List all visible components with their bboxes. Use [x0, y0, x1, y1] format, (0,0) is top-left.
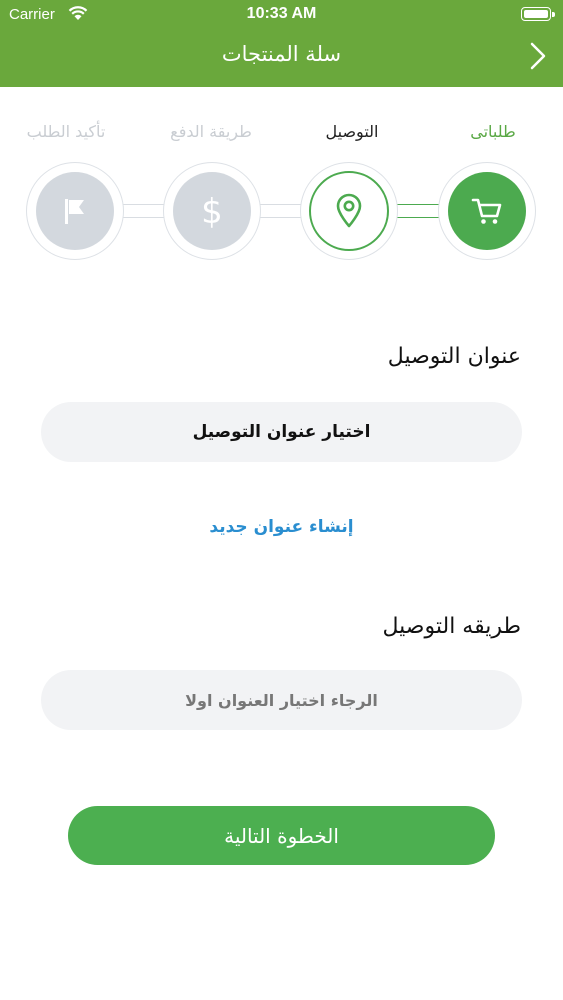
step-label-confirm[interactable]: تأكيد الطلب: [6, 122, 126, 141]
flag-icon: [65, 199, 84, 224]
step-connector: [258, 204, 304, 218]
delivery-method-select[interactable]: الرجاء اختيار العنوان اولا: [41, 670, 522, 730]
step-confirm[interactable]: [26, 162, 124, 260]
step-payment[interactable]: $: [163, 162, 261, 260]
select-address-button[interactable]: اختيار عنوان التوصيل: [41, 402, 522, 462]
location-pin-icon: [336, 193, 362, 228]
step-label-delivery[interactable]: التوصيل: [292, 122, 412, 141]
delivery-address-title: عنوان التوصيل: [387, 344, 521, 369]
step-label-payment[interactable]: طريقة الدفع: [151, 122, 271, 141]
step-connector: [395, 204, 441, 218]
status-bar: Carrier 10:33 AM: [0, 0, 563, 30]
back-button[interactable]: [527, 40, 549, 72]
cart-icon: [471, 198, 502, 224]
step-my-orders[interactable]: [438, 162, 536, 260]
svg-text:$: $: [201, 192, 223, 231]
delivery-method-title: طريقه التوصيل: [382, 614, 522, 639]
step-label-my-orders[interactable]: طلباتى: [433, 122, 553, 141]
step-connector: [121, 204, 167, 218]
page-title: سلة المنتجات: [221, 42, 342, 66]
chevron-right-icon: [530, 42, 546, 70]
step-delivery[interactable]: [300, 162, 398, 260]
dollar-icon: $: [201, 192, 223, 231]
clock: 10:33 AM: [246, 5, 317, 22]
battery-icon: [521, 7, 555, 21]
next-step-button[interactable]: الخطوة التالية: [68, 806, 495, 865]
header: Carrier 10:33 AM سلة المنتجات: [0, 0, 563, 87]
new-address-link[interactable]: إنشاء عنوان جديد: [0, 517, 563, 537]
